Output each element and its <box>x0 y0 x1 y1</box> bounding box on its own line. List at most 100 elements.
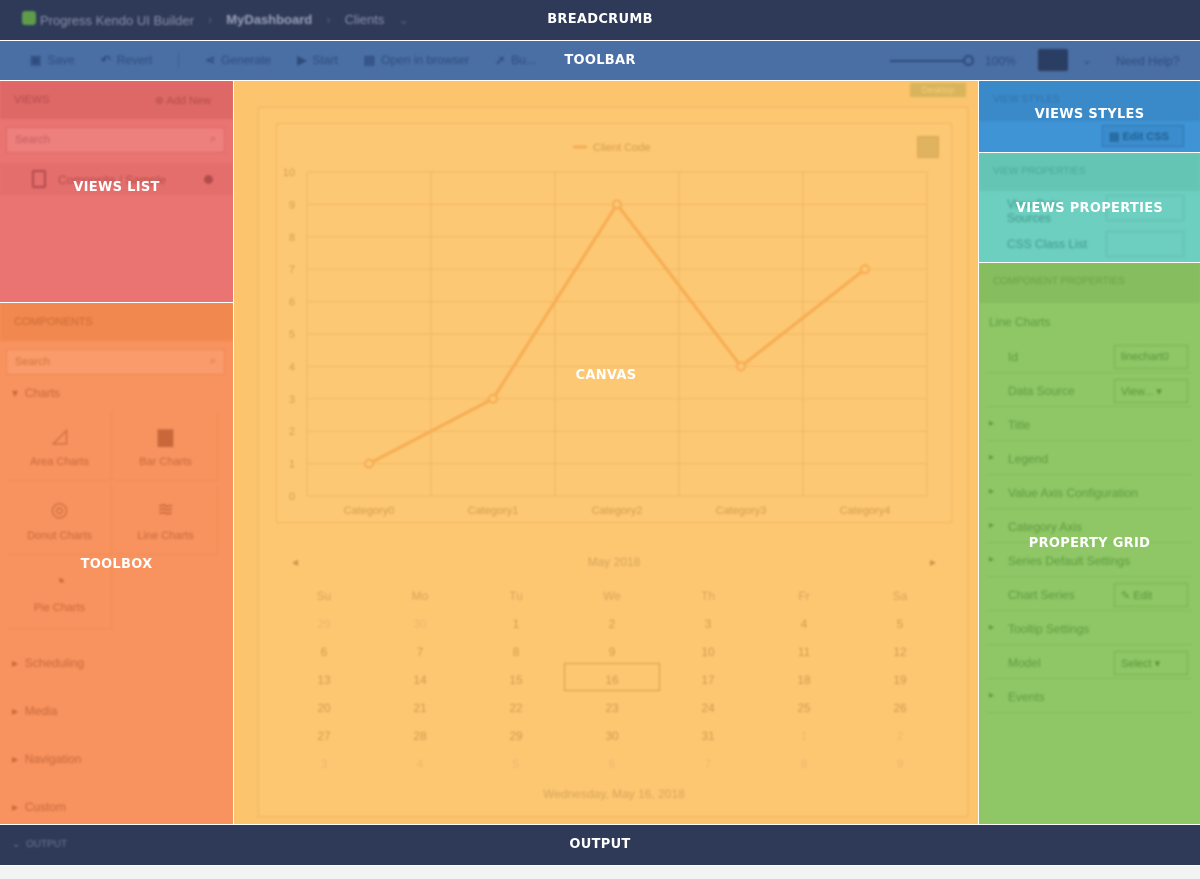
views-list-panel: VIEWS ⊕ Add New Search ⌕ Composite / Sam… <box>0 81 233 302</box>
region-label-property-grid: PROPERTY GRID <box>1028 536 1151 551</box>
property-value-field[interactable]: ✎ Edit <box>1114 583 1188 607</box>
expand-arrow-icon[interactable]: ▸ <box>989 486 994 497</box>
property-row[interactable]: ▸ Tooltip Settings <box>987 613 1192 645</box>
calendar-day[interactable]: 5 <box>852 617 948 631</box>
calendar-day[interactable]: 30 <box>564 729 660 743</box>
category-navigation[interactable]: ▸ Navigation <box>12 752 81 766</box>
weekday-header: Su <box>316 589 332 603</box>
property-row[interactable]: ▸ Value Axis Configuration <box>987 477 1192 509</box>
calendar-day[interactable]: 5 <box>468 757 564 771</box>
calendar-day[interactable]: 17 <box>660 673 756 687</box>
views-search-placeholder: Search <box>15 134 50 146</box>
calendar-day[interactable]: 8 <box>756 757 852 771</box>
property-row[interactable]: ▸ Title <box>987 409 1192 441</box>
expand-arrow-icon[interactable]: ▸ <box>989 622 994 633</box>
property-row[interactable]: ▸ Legend <box>987 443 1192 475</box>
calendar-month-title[interactable]: May 2018 <box>276 555 952 569</box>
calendar-day[interactable]: 15 <box>468 673 564 687</box>
calendar-day[interactable]: 3 <box>660 617 756 631</box>
expand-arrow-icon[interactable]: ▸ <box>989 418 994 429</box>
expand-arrow-icon[interactable]: ▸ <box>989 520 994 531</box>
css-class-list-field[interactable] <box>1106 231 1184 257</box>
expand-arrow-icon[interactable]: ▸ <box>989 452 994 463</box>
calendar-day[interactable]: 29 <box>468 729 564 743</box>
chart-settings-button[interactable] <box>917 136 939 158</box>
weekday-header: Sa <box>892 589 908 603</box>
area-chart-icon: ◿ <box>51 425 68 447</box>
calendar-day[interactable]: 7 <box>660 757 756 771</box>
add-view-button[interactable]: ⊕ Add New <box>155 94 211 107</box>
calendar-day[interactable]: 1 <box>756 729 852 743</box>
calendar-day[interactable]: 9 <box>564 645 660 659</box>
property-row[interactable]: Model Select ▾ <box>987 647 1192 679</box>
property-row[interactable]: ▸ Events <box>987 681 1192 713</box>
calendar-day[interactable]: 30 <box>372 617 468 631</box>
calendar-day[interactable]: 10 <box>660 645 756 659</box>
expand-arrow-icon[interactable]: ▸ <box>989 690 994 701</box>
search-icon: ⌕ <box>209 133 216 145</box>
calendar-day[interactable]: 14 <box>372 673 468 687</box>
components-search-input[interactable]: Search ⌕ <box>6 349 225 375</box>
calendar-day[interactable]: 29 <box>276 617 372 631</box>
calendar-day[interactable]: 4 <box>372 757 468 771</box>
calendar-day[interactable]: 23 <box>564 701 660 715</box>
category-scheduling[interactable]: ▸ Scheduling <box>12 656 84 670</box>
toolbox-panel: COMPONENTS Search ⌕ ▾ Charts ◿ Area Chart… <box>0 303 233 824</box>
y-tick-label: 9 <box>289 199 295 211</box>
calendar-day[interactable]: 24 <box>660 701 756 715</box>
calendar-day[interactable]: 2 <box>852 729 948 743</box>
y-tick-label: 0 <box>289 491 295 503</box>
calendar-day[interactable]: 1 <box>468 617 564 631</box>
calendar-day[interactable]: 19 <box>852 673 948 687</box>
tile-bar-charts[interactable]: ▆ Bar Charts <box>114 411 218 481</box>
calendar-day[interactable]: 18 <box>756 673 852 687</box>
weekday-header: Mo <box>411 589 429 603</box>
property-row[interactable]: Data Source View... ▾ <box>987 375 1192 407</box>
property-grid-header: COMPONENT PROPERTIES <box>979 263 1200 303</box>
calendar-day[interactable]: 27 <box>276 729 372 743</box>
calendar-day[interactable]: 11 <box>756 645 852 659</box>
calendar-day[interactable]: 28 <box>372 729 468 743</box>
calendar-day[interactable]: 26 <box>852 701 948 715</box>
calendar-day[interactable]: 4 <box>756 617 852 631</box>
category-media[interactable]: ▸ Media <box>12 704 57 718</box>
property-row[interactable]: Id linechart0 <box>987 341 1192 373</box>
expand-arrow-icon[interactable]: ▸ <box>989 554 994 565</box>
tile-line-charts[interactable]: ≋ Line Charts <box>114 485 218 555</box>
calendar-day[interactable]: 8 <box>468 645 564 659</box>
calendar-footer[interactable]: Wednesday, May 16, 2018 <box>276 787 952 801</box>
property-value-field[interactable]: linechart0 <box>1114 345 1188 369</box>
category-custom[interactable]: ▸ Custom <box>12 800 66 814</box>
calendar-component[interactable]: ◂ May 2018 ▸ Su Mo Tu We Th Fr Sa 29 30 1 2 3 4 5 6 7 8 9… <box>276 541 952 809</box>
calendar-day[interactable]: 25 <box>756 701 852 715</box>
category-charts[interactable]: ▾ Charts <box>12 386 60 400</box>
line-chart-component[interactable]: 0 1 2 3 4 5 6 7 8 9 10 Category0 Category1 Category2 C… <box>276 123 952 523</box>
tile-area-charts[interactable]: ◿ Area Charts <box>8 411 112 481</box>
views-styles-panel: VIEW STYLES ▤ Edit CSS VIEWS STYLES <box>979 81 1200 152</box>
calendar-day[interactable]: 7 <box>372 645 468 659</box>
edit-css-button[interactable]: ▤ Edit CSS <box>1102 125 1184 147</box>
calendar-day[interactable]: 6 <box>564 757 660 771</box>
property-value-field[interactable]: View... ▾ <box>1114 379 1188 403</box>
calendar-day[interactable]: 12 <box>852 645 948 659</box>
calendar-day[interactable]: 31 <box>660 729 756 743</box>
calendar-day[interactable]: 3 <box>276 757 372 771</box>
y-tick-label: 5 <box>289 329 295 341</box>
property-row[interactable]: Chart Series ✎ Edit <box>987 579 1192 611</box>
add-view-label: Add New <box>166 95 211 107</box>
calendar-day[interactable]: 21 <box>372 701 468 715</box>
design-canvas[interactable]: Desktop 0 1 2 3 4 5 6 7 8 9 10 Category0 Category1 Ca… <box>234 81 978 824</box>
calendar-day[interactable]: 13 <box>276 673 372 687</box>
property-value-field[interactable]: Select ▾ <box>1114 651 1188 675</box>
calendar-day[interactable]: 6 <box>276 645 372 659</box>
calendar-day[interactable]: 9 <box>852 757 948 771</box>
tile-donut-charts[interactable]: ◎ Donut Charts <box>8 485 112 555</box>
property-label: Model <box>1008 656 1041 670</box>
calendar-day[interactable]: 16 <box>564 673 660 687</box>
calendar-day[interactable]: 2 <box>564 617 660 631</box>
calendar-day[interactable]: 20 <box>276 701 372 715</box>
calendar-day[interactable]: 22 <box>468 701 564 715</box>
views-search-input[interactable]: Search ⌕ <box>6 127 225 153</box>
output-bar[interactable]: ⌄ OUTPUT OUTPUT <box>0 825 1200 865</box>
next-month-button[interactable]: ▸ <box>930 555 936 569</box>
